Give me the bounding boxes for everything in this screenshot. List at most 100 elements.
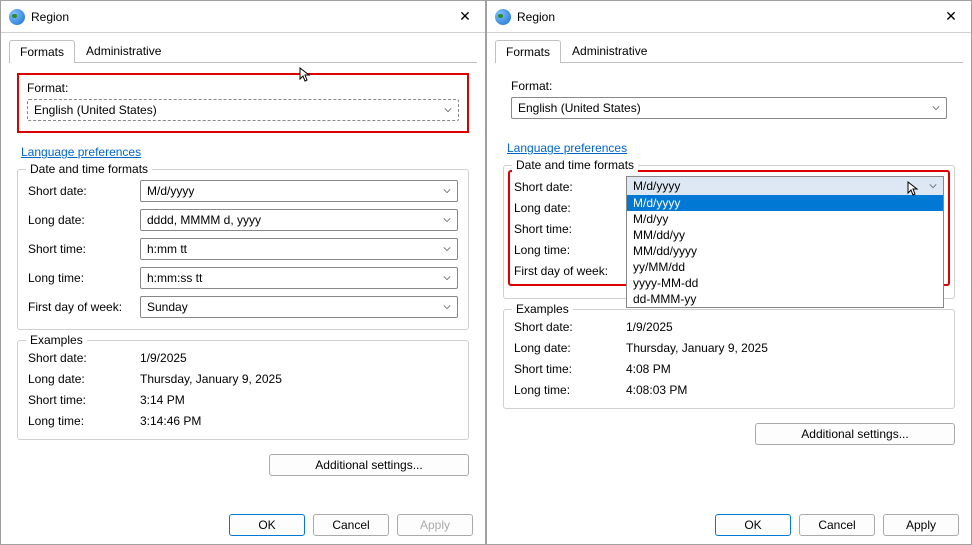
ex-short-date-label: Short date: xyxy=(28,351,140,365)
chevron-down-icon xyxy=(932,104,940,112)
dropdown-option[interactable]: yy/MM/dd xyxy=(627,259,943,275)
long-date-combo[interactable]: dddd, MMMM d, yyyy xyxy=(140,209,458,231)
ex-long-date-label: Long date: xyxy=(28,372,140,386)
ok-button[interactable]: OK xyxy=(229,514,305,536)
ex-row-short-time: Short time:3:14 PM xyxy=(28,393,458,407)
dtf-legend: Date and time formats xyxy=(26,162,152,176)
additional-row: Additional settings... xyxy=(503,419,955,447)
ex-long-time-label: Long time: xyxy=(28,414,140,428)
tab-formats[interactable]: Formats xyxy=(9,40,75,63)
ex-short-time-label: Short time: xyxy=(28,393,140,407)
first-day-label: First day of week: xyxy=(28,300,140,314)
language-preferences-link[interactable]: Language preferences xyxy=(507,141,955,155)
format-combo[interactable]: English (United States) xyxy=(27,99,459,121)
format-section: Format: English (United States) xyxy=(503,73,955,129)
long-date-value: dddd, MMMM d, yyyy xyxy=(147,213,261,227)
format-combo-value: English (United States) xyxy=(518,101,641,115)
row-short-date: Short date: M/d/yyyy xyxy=(28,180,458,202)
globe-icon xyxy=(495,9,511,25)
dtf-legend: Date and time formats xyxy=(512,158,638,172)
additional-settings-button[interactable]: Additional settings... xyxy=(755,423,955,445)
row-first-day: First day of week: Sunday xyxy=(28,296,458,318)
tab-body: Format: English (United States) Language… xyxy=(495,62,963,506)
cancel-button[interactable]: Cancel xyxy=(313,514,389,536)
window-title: Region xyxy=(31,10,453,24)
ex-row-short-date: Short date:1/9/2025 xyxy=(514,320,944,334)
ex-row-long-date: Long date:Thursday, January 9, 2025 xyxy=(514,341,944,355)
titlebar: Region ✕ xyxy=(1,1,485,33)
titlebar: Region ✕ xyxy=(487,1,971,33)
short-time-combo[interactable]: h:mm tt xyxy=(140,238,458,260)
tab-administrative[interactable]: Administrative xyxy=(561,39,658,62)
ok-button[interactable]: OK xyxy=(715,514,791,536)
window-title: Region xyxy=(517,10,939,24)
ex-short-time-value: 4:08 PM xyxy=(626,362,944,376)
first-day-combo[interactable]: Sunday xyxy=(140,296,458,318)
first-day-label: First day of week: xyxy=(514,264,626,278)
ex-short-date-label: Short date: xyxy=(514,320,626,334)
format-label: Format: xyxy=(27,81,459,95)
long-time-combo[interactable]: h:mm:ss tt xyxy=(140,267,458,289)
region-window-right: Region ✕ Formats Administrative Format: … xyxy=(486,0,972,545)
dropdown-selected[interactable]: M/d/yyyy xyxy=(627,177,943,195)
dropdown-option[interactable]: MM/dd/yyyy xyxy=(627,243,943,259)
tab-formats[interactable]: Formats xyxy=(495,40,561,63)
format-label: Format: xyxy=(511,79,947,93)
ex-row-short-date: Short date:1/9/2025 xyxy=(28,351,458,365)
chevron-down-icon xyxy=(443,216,451,224)
row-long-time: Long time: h:mm:ss tt xyxy=(28,267,458,289)
long-time-label: Long time: xyxy=(514,243,626,257)
ex-long-date-value: Thursday, January 9, 2025 xyxy=(140,372,458,386)
short-time-label: Short time: xyxy=(28,242,140,256)
tab-administrative[interactable]: Administrative xyxy=(75,39,172,62)
apply-button[interactable]: Apply xyxy=(397,514,473,536)
dropdown-selected-value: M/d/yyyy xyxy=(633,179,680,193)
dialog-buttons: OK Cancel Apply xyxy=(1,506,485,544)
ex-row-long-time: Long time:3:14:46 PM xyxy=(28,414,458,428)
ex-row-long-time: Long time:4:08:03 PM xyxy=(514,383,944,397)
long-date-label: Long date: xyxy=(514,201,626,215)
ex-row-long-date: Long date:Thursday, January 9, 2025 xyxy=(28,372,458,386)
additional-settings-button[interactable]: Additional settings... xyxy=(269,454,469,476)
short-date-highlight: Short date: M/d/yyyy M/d/yyyy M/d/yy MM/… xyxy=(508,170,950,286)
ex-long-date-label: Long date: xyxy=(514,341,626,355)
dropdown-option[interactable]: dd-MMM-yy xyxy=(627,291,943,307)
short-date-label: Short date: xyxy=(514,180,626,194)
chevron-down-icon xyxy=(443,274,451,282)
long-time-value: h:mm:ss tt xyxy=(147,271,202,285)
chevron-down-icon xyxy=(443,245,451,253)
ex-short-date-value: 1/9/2025 xyxy=(626,320,944,334)
tab-body: Format: English (United States) Language… xyxy=(9,62,477,506)
ex-short-date-value: 1/9/2025 xyxy=(140,351,458,365)
long-date-label: Long date: xyxy=(28,213,140,227)
dropdown-option[interactable]: yyyy-MM-dd xyxy=(627,275,943,291)
cancel-button[interactable]: Cancel xyxy=(799,514,875,536)
ex-row-short-time: Short time:4:08 PM xyxy=(514,362,944,376)
dialog-buttons: OK Cancel Apply xyxy=(487,506,971,544)
short-date-combo[interactable]: M/d/yyyy xyxy=(140,180,458,202)
close-button[interactable]: ✕ xyxy=(453,8,477,25)
chevron-down-icon xyxy=(443,187,451,195)
format-combo[interactable]: English (United States) xyxy=(511,97,947,119)
long-time-label: Long time: xyxy=(28,271,140,285)
date-time-formats-fieldset: Date and time formats Short date: M/d/yy… xyxy=(503,165,955,299)
ex-long-time-value: 3:14:46 PM xyxy=(140,414,458,428)
close-button[interactable]: ✕ xyxy=(939,8,963,25)
date-time-formats-fieldset: Date and time formats Short date: M/d/yy… xyxy=(17,169,469,330)
examples-fieldset: Examples Short date:1/9/2025 Long date:T… xyxy=(503,309,955,409)
dropdown-option[interactable]: M/d/yy xyxy=(627,211,943,227)
chevron-down-icon xyxy=(929,182,937,190)
additional-row: Additional settings... xyxy=(17,450,469,478)
tabs: Formats Administrative xyxy=(487,33,971,62)
row-short-time: Short time: h:mm tt xyxy=(28,238,458,260)
row-short-date: Short date: M/d/yyyy M/d/yyyy M/d/yy MM/… xyxy=(514,176,944,198)
chevron-down-icon xyxy=(444,106,452,114)
examples-legend: Examples xyxy=(26,333,87,347)
chevron-down-icon xyxy=(443,303,451,311)
region-window-left: Region ✕ Formats Administrative Format: … xyxy=(0,0,486,545)
dropdown-option[interactable]: MM/dd/yy xyxy=(627,227,943,243)
language-preferences-link[interactable]: Language preferences xyxy=(21,145,469,159)
apply-button[interactable]: Apply xyxy=(883,514,959,536)
short-date-dropdown-open[interactable]: M/d/yyyy M/d/yyyy M/d/yy MM/dd/yy MM/dd/… xyxy=(626,176,944,308)
dropdown-option[interactable]: M/d/yyyy xyxy=(627,195,943,211)
